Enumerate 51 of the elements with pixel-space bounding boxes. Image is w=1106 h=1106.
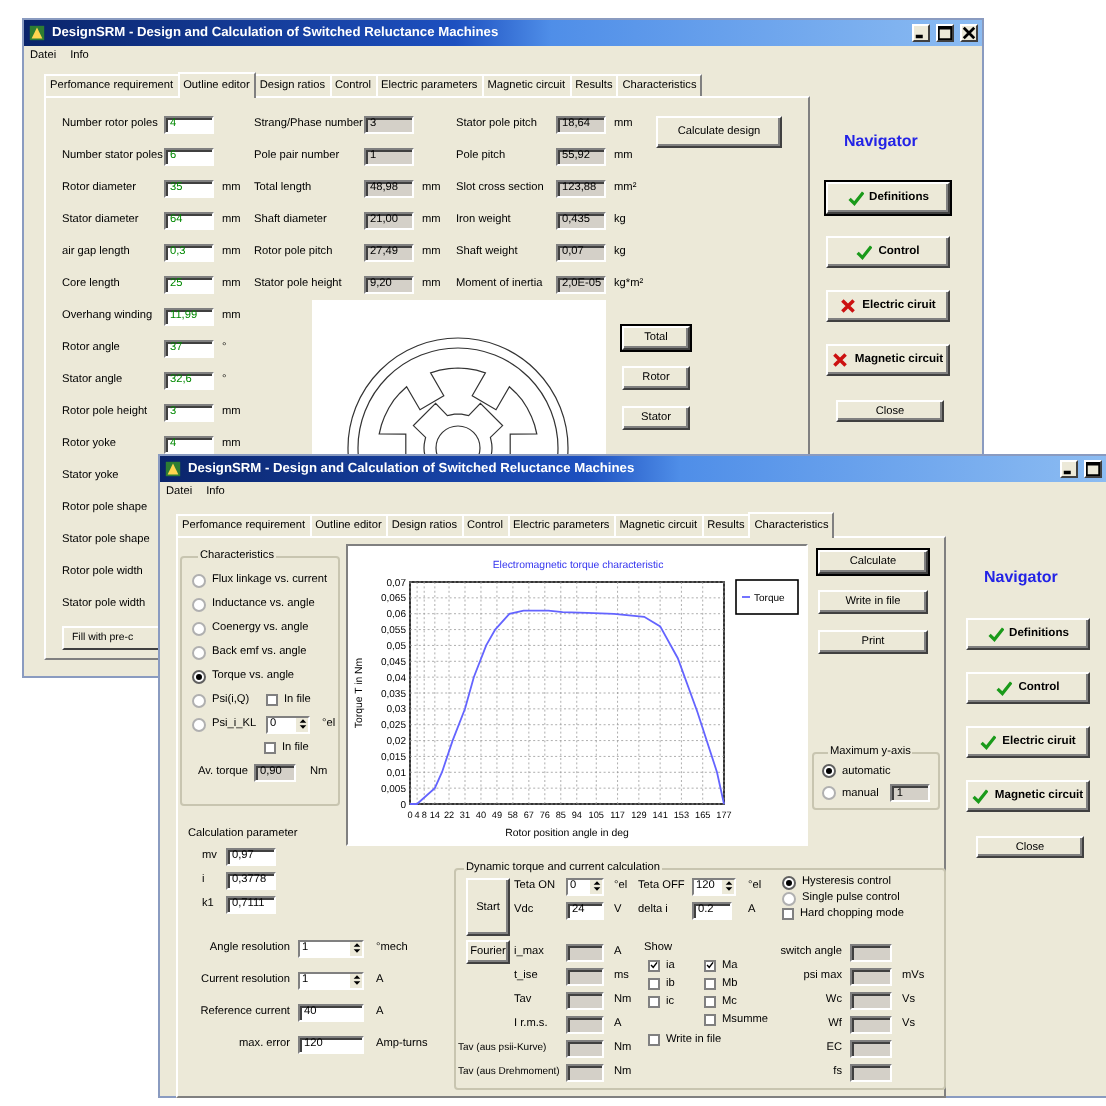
app-icon bbox=[28, 24, 46, 42]
readonly-field[interactable] bbox=[850, 1015, 892, 1033]
check-icon bbox=[856, 244, 873, 260]
cross-icon bbox=[832, 352, 849, 368]
radio-indicator[interactable] bbox=[192, 621, 206, 635]
spin-arrows[interactable] bbox=[590, 879, 602, 893]
navigator-title: Navigator bbox=[984, 568, 1058, 588]
readonly-field[interactable] bbox=[566, 967, 604, 985]
readonly-field[interactable] bbox=[566, 1039, 604, 1057]
spin-arrows[interactable] bbox=[350, 973, 362, 987]
readonly-field[interactable] bbox=[850, 967, 892, 985]
spin-arrows[interactable] bbox=[350, 941, 362, 955]
radio-indicator[interactable] bbox=[782, 875, 796, 889]
maximize-icon bbox=[1086, 462, 1100, 476]
radio-indicator[interactable] bbox=[192, 597, 206, 611]
radio-indicator[interactable] bbox=[782, 891, 796, 905]
check-icon bbox=[987, 626, 1004, 642]
readonly-field[interactable] bbox=[566, 1015, 604, 1033]
checkmark-icon bbox=[650, 960, 658, 971]
readonly-field[interactable] bbox=[850, 991, 892, 1009]
maximize-button[interactable] bbox=[1084, 460, 1102, 478]
readonly-field[interactable] bbox=[850, 943, 892, 961]
radio-indicator[interactable] bbox=[192, 645, 206, 659]
radio-indicator[interactable] bbox=[192, 693, 206, 707]
close-button[interactable] bbox=[960, 24, 978, 42]
check-icon bbox=[847, 190, 864, 206]
minimize-button[interactable] bbox=[1060, 460, 1078, 478]
maximize-button[interactable] bbox=[936, 24, 954, 42]
check-icon bbox=[972, 788, 989, 804]
spin-arrows[interactable] bbox=[296, 717, 308, 731]
radio-indicator[interactable] bbox=[192, 573, 206, 587]
radio-indicator[interactable] bbox=[822, 764, 836, 778]
readonly-field[interactable] bbox=[850, 1039, 892, 1057]
check-icon bbox=[980, 734, 997, 750]
readonly-field[interactable] bbox=[850, 1063, 892, 1081]
spin-arrows[interactable] bbox=[722, 879, 734, 893]
checkmark-icon bbox=[706, 960, 714, 971]
cross-icon bbox=[840, 298, 857, 314]
navigator-title: Navigator bbox=[844, 132, 918, 152]
radio-indicator[interactable] bbox=[192, 669, 206, 683]
readonly-field[interactable] bbox=[566, 1063, 604, 1081]
maximize-icon bbox=[938, 26, 952, 40]
readonly-field[interactable] bbox=[566, 991, 604, 1009]
app-icon bbox=[164, 460, 182, 478]
readonly-field[interactable] bbox=[566, 943, 604, 961]
close-icon bbox=[962, 26, 976, 40]
legend-box bbox=[735, 579, 799, 615]
radio-indicator[interactable] bbox=[822, 786, 836, 800]
check-icon bbox=[996, 680, 1013, 696]
radio-indicator[interactable] bbox=[192, 717, 206, 731]
minimize-button[interactable] bbox=[912, 24, 930, 42]
